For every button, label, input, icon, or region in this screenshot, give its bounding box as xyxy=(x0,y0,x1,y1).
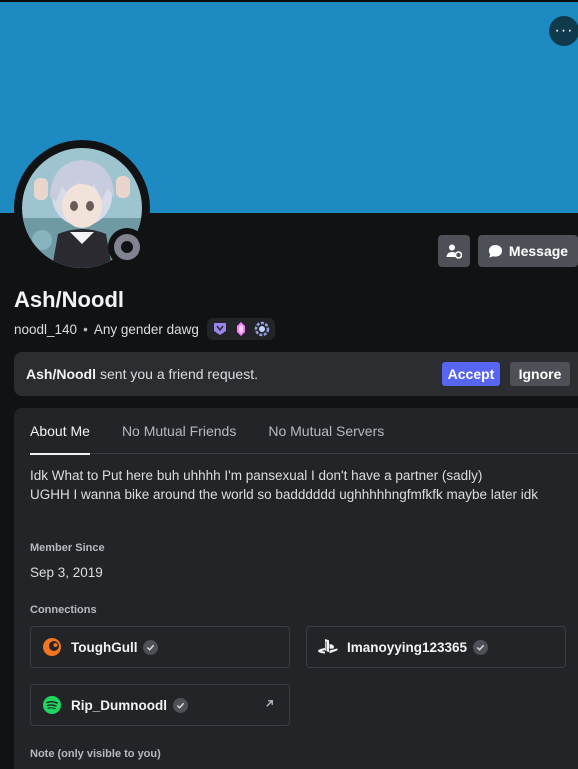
verified-check-icon xyxy=(173,697,188,713)
status-indicator xyxy=(108,228,146,266)
friend-request-sender: Ash/Noodl xyxy=(26,366,96,382)
display-name: Ash/Noodl xyxy=(14,287,124,312)
verified-check-icon xyxy=(473,639,489,655)
about-me-bio: Idk What to Put here buh uhhhh I'm panse… xyxy=(30,466,560,504)
tab-mutual-friends[interactable]: No Mutual Friends xyxy=(122,408,236,454)
separator-dot: • xyxy=(83,321,88,337)
tab-about-me[interactable]: About Me xyxy=(30,408,90,455)
ignore-button[interactable]: Ignore xyxy=(510,362,570,386)
playstation-icon xyxy=(317,636,339,658)
note-heading: Note (only visible to you) xyxy=(30,748,161,760)
boost-badge-icon[interactable] xyxy=(254,321,270,337)
chat-bubble-icon xyxy=(488,244,502,258)
connection-playstation[interactable]: Imanoyying123365 xyxy=(306,626,566,668)
connection-name: Imanoyying123365 xyxy=(347,639,468,655)
member-since-heading: Member Since xyxy=(30,542,105,554)
badge-list xyxy=(206,318,275,340)
hypesquad-badge-icon[interactable] xyxy=(212,321,228,337)
tab-mutual-servers[interactable]: No Mutual Servers xyxy=(268,408,384,454)
verified-check-icon xyxy=(143,639,159,655)
connection-name: Rip_Dumnoodl xyxy=(71,697,167,713)
nitro-gem-badge-icon[interactable] xyxy=(233,321,249,337)
friend-request-banner: Ash/Noodl sent you a friend request. Acc… xyxy=(14,352,578,396)
connection-spotify[interactable]: Rip_Dumnoodl xyxy=(30,684,290,726)
message-button[interactable]: Message xyxy=(478,235,578,267)
bio-line: Idk What to Put here buh uhhhh I'm panse… xyxy=(30,468,483,483)
friend-options-button[interactable] xyxy=(438,235,470,267)
user-info-line: noodl_140 • Any gender dawg xyxy=(14,318,275,340)
spotify-icon xyxy=(41,694,63,716)
crunchyroll-icon xyxy=(41,636,63,658)
connection-name: ToughGull xyxy=(71,639,138,655)
accept-button[interactable]: Accept xyxy=(442,362,500,386)
message-button-label: Message xyxy=(508,243,569,259)
profile-tabs: About Me No Mutual Friends No Mutual Ser… xyxy=(30,408,578,455)
connections-heading: Connections xyxy=(30,604,97,616)
friend-settings-icon xyxy=(446,244,462,259)
offline-status-icon xyxy=(114,234,140,260)
member-since-date: Sep 3, 2019 xyxy=(30,565,103,580)
external-link-arrow-icon[interactable] xyxy=(264,697,275,712)
connection-crunchyroll[interactable]: ToughGull xyxy=(30,626,290,668)
more-options-button[interactable]: ··· xyxy=(549,16,578,46)
pronouns: Any gender dawg xyxy=(93,321,199,337)
username: noodl_140 xyxy=(14,321,78,337)
bio-line: UGHH I wanna bike around the world so ba… xyxy=(30,487,539,502)
friend-request-text: sent you a friend request. xyxy=(100,366,258,382)
avatar[interactable] xyxy=(14,140,150,276)
profile-panel: About Me No Mutual Friends No Mutual Ser… xyxy=(14,408,578,769)
